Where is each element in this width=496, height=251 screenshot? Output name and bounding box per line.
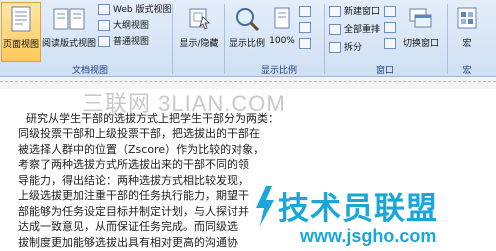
sync-scroll-button[interactable]	[384, 22, 399, 35]
outline-label: 大纲视图	[113, 21, 150, 31]
page-view-button[interactable]: 页面视图	[1, 2, 41, 62]
document-line: 被选择人群中的位置（Zscore）作为比较的对象，	[18, 143, 265, 156]
reading-layout-icon	[53, 8, 85, 30]
document-line: 达成一致意见，从而保证任务完成。而同级选	[18, 220, 238, 233]
zoom-100-label: 100%	[269, 36, 295, 46]
two-pages-button[interactable]	[299, 22, 314, 35]
web-layout-label: Web 版式视图	[113, 5, 172, 15]
sync-scroll-icon	[384, 22, 396, 33]
zoom-group-label: 显示比例	[260, 66, 297, 76]
arrange-all-icon	[329, 24, 341, 35]
arrange-all-label: 全部重排	[344, 25, 381, 35]
web-layout-button[interactable]: Web 版式视图	[98, 4, 171, 17]
brand-url: www.jsgho.com	[300, 226, 437, 246]
view-side-by-side-button[interactable]	[384, 6, 399, 19]
show-hide-button[interactable]: 显示/隐藏	[176, 2, 222, 60]
outline-icon	[98, 20, 110, 31]
new-window-button[interactable]: 新建窗口	[329, 6, 380, 19]
zoom-100-button[interactable]: 100%	[268, 2, 296, 60]
document-line: 拔制度更加能够选拔出具有相对更高的沟通协	[18, 236, 238, 249]
document-line: 研究从学生干部的选拔方式上把学生干部分为两类：	[26, 112, 279, 125]
reading-layout-label: 阅读版式视图	[41, 39, 96, 49]
group-separator	[324, 4, 325, 74]
one-page-icon	[299, 6, 311, 17]
split-button[interactable]: 拆分	[329, 42, 362, 55]
side-by-side-icon	[384, 6, 396, 17]
split-label: 拆分	[344, 43, 363, 53]
page-width-icon	[299, 38, 311, 49]
document-views-group-label: 文档视图	[71, 66, 108, 76]
zoom-label: 显示比例	[228, 39, 265, 49]
macro-button[interactable]: 宏	[452, 2, 482, 60]
document-line: 考察了两种选拔方式所选拔出来的干部不同的领	[18, 158, 249, 171]
macro-group-label: 宏	[462, 66, 472, 76]
switch-window-icon	[409, 8, 432, 28]
page-view-icon	[11, 6, 31, 32]
draft-button[interactable]: 普通视图	[98, 36, 149, 49]
switch-window-button[interactable]: 切换窗口	[400, 2, 442, 60]
ribbon: 页面视图 阅读版式视图 Web 版式视图 大纲视图 普通视图 文档视图 显示/隐…	[0, 0, 496, 77]
brand-watermark: 技术员联盟	[278, 191, 438, 227]
document-line: 上级选拔更加注重干部的任务执行能力，期望干	[18, 189, 249, 202]
brand-logo-icon	[256, 186, 274, 226]
magnifier-icon	[236, 8, 260, 32]
page-margin-guide	[0, 81, 496, 82]
macro-icon	[457, 7, 477, 29]
outline-button[interactable]: 大纲视图	[98, 20, 149, 33]
web-layout-icon	[98, 4, 110, 15]
page-100-icon	[274, 7, 290, 29]
page-view-label: 页面视图	[2, 40, 39, 50]
show-hide-label: 显示/隐藏	[179, 39, 219, 49]
new-window-label: 新建窗口	[344, 7, 381, 17]
draft-label: 普通视图	[113, 37, 150, 47]
two-pages-icon	[299, 22, 311, 33]
reset-position-icon	[384, 38, 396, 49]
group-separator	[172, 4, 173, 74]
draft-icon	[98, 36, 110, 47]
show-hide-icon	[189, 8, 210, 30]
split-icon	[329, 42, 341, 53]
one-page-button[interactable]	[299, 6, 314, 19]
document-line: 导能力，得出结论：两种选拔方式相比较发现，	[18, 174, 249, 187]
group-separator	[447, 4, 448, 74]
reading-layout-button[interactable]: 阅读版式视图	[42, 2, 96, 60]
macro-label: 宏	[462, 39, 472, 49]
new-window-icon	[329, 6, 341, 17]
reset-position-button[interactable]	[384, 38, 399, 51]
window-group-label: 窗口	[375, 66, 394, 76]
document-line: 部能够为任务设定目标并制定计划，与人探讨并	[18, 205, 249, 218]
zoom-button[interactable]: 显示比例	[227, 2, 267, 60]
document-line: 同级投票干部和上级投票干部，把选拔出的干部在	[18, 127, 260, 140]
arrange-all-button[interactable]: 全部重排	[329, 24, 380, 37]
switch-window-label: 切换窗口	[402, 39, 439, 49]
page-width-button[interactable]	[299, 38, 314, 51]
